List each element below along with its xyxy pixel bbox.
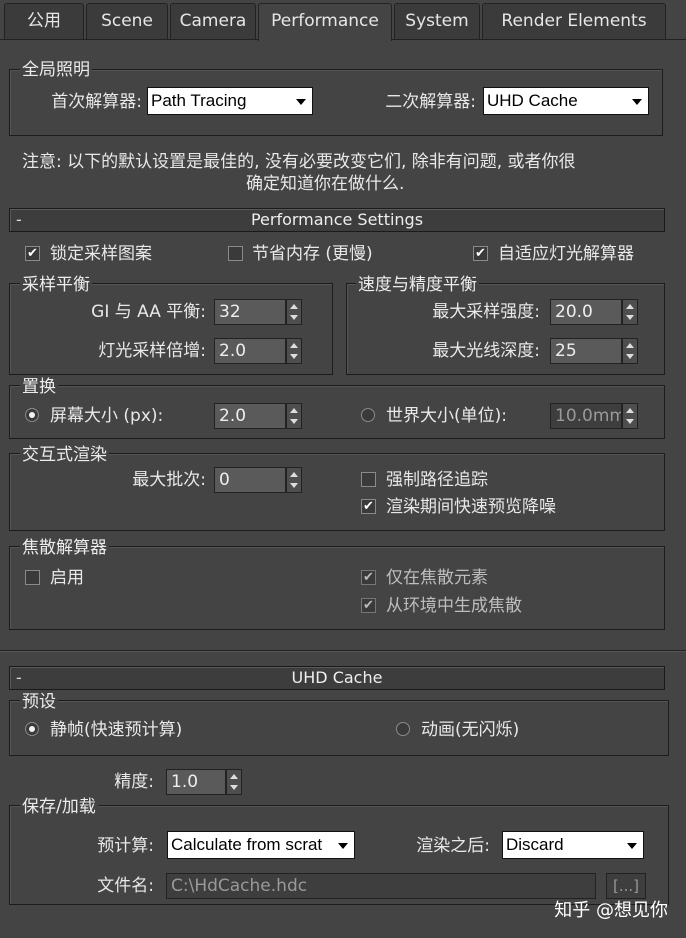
world-size-spinner[interactable]: 10.0mm [550,403,640,429]
still-preset-radio[interactable] [25,722,39,736]
spinner-arrows-icon[interactable] [286,338,302,364]
lock-pattern-label: 锁定采样图案 [50,244,152,264]
secondary-solver-value: UHD Cache [487,91,578,110]
spinner-arrows-icon[interactable] [622,338,638,364]
precalc-label: 预计算: [97,836,154,856]
from-env-checkbox[interactable]: ✔ [361,598,376,613]
uhd-rollout-header[interactable]: - UHD Cache [9,666,665,690]
tab-common[interactable]: 公用 [4,3,84,39]
spinner-arrows-icon[interactable] [622,299,638,325]
screen-size-field[interactable]: 2.0 [214,403,286,429]
force-path-checkbox[interactable] [361,472,376,487]
max-depth-label: 最大光线深度: [432,341,540,361]
chevron-down-icon [627,843,637,849]
world-size-field[interactable]: 10.0mm [550,403,622,429]
after-render-dropdown[interactable]: Discard [502,831,644,859]
precalc-dropdown[interactable]: Calculate from scrat [167,831,355,859]
save-memory-label: 节省内存 (更慢) [252,244,373,264]
max-batch-field[interactable]: 0 [214,467,286,493]
performance-rollout-title: Performance Settings [250,210,424,229]
max-depth-spinner[interactable]: 25 [550,338,640,364]
from-env-label: 从环境中生成焦散 [386,596,522,616]
note-line-1: 注意: 以下的默认设置是最佳的, 没有必要改变它们, 除非有问题, 或者你很 [22,152,576,172]
max-batch-label: 最大批次: [132,470,206,490]
primary-solver-value: Path Tracing [151,91,247,110]
denoise-label: 渲染期间快速预览降噪 [386,497,556,517]
precalc-value: Calculate from scrat [171,835,323,854]
chevron-down-icon [338,843,348,849]
sampling-group-title: 采样平衡 [20,275,92,295]
caustics-group-title: 焦散解算器 [20,538,109,558]
precision-label: 精度: [114,772,154,792]
max-intensity-field[interactable]: 20.0 [550,299,622,325]
performance-rollout-header[interactable]: - Performance Settings [9,208,665,232]
spinner-arrows-icon[interactable] [286,467,302,493]
only-caustic-checkbox[interactable]: ✔ [361,570,376,585]
chevron-down-icon [296,99,306,105]
save-memory-checkbox[interactable] [228,246,243,261]
caustics-enable-label: 启用 [50,568,84,588]
gi-group-title: 全局照明 [20,60,92,80]
after-render-label: 渲染之后: [416,836,490,856]
gi-aa-spinner[interactable]: 32 [214,299,304,325]
speed-group-title: 速度与精度平衡 [356,275,479,295]
interactive-group-title: 交互式渲染 [20,445,109,465]
only-caustic-label: 仅在焦散元素 [386,568,488,588]
caustics-group [9,546,665,630]
chevron-down-icon [632,99,642,105]
precision-field[interactable]: 1.0 [166,769,226,795]
displacement-group-title: 置换 [20,377,58,397]
tab-system[interactable]: System [394,3,480,39]
tab-camera[interactable]: Camera [170,3,256,39]
primary-solver-dropdown[interactable]: Path Tracing [147,87,313,115]
uhd-rollout-title: UHD Cache [291,668,383,687]
precision-spinner[interactable]: 1.0 [166,769,244,795]
after-render-value: Discard [506,835,564,854]
world-size-label: 世界大小(单位): [386,406,507,426]
force-path-label: 强制路径追踪 [386,470,488,490]
max-batch-spinner[interactable]: 0 [214,467,304,493]
preset-group-title: 预设 [20,692,58,712]
light-mult-label: 灯光采样倍增: [98,341,206,361]
world-size-radio[interactable] [361,408,375,422]
light-mult-field[interactable]: 2.0 [214,338,286,364]
tab-render-elements[interactable]: Render Elements [482,3,666,39]
note-line-2: 确定知道你在做什么. [246,174,405,194]
spinner-arrows-icon[interactable] [226,769,242,795]
filename-field[interactable]: C:\HdCache.hdc [166,873,596,899]
screen-size-label: 屏幕大小 (px): [50,406,164,426]
lock-pattern-checkbox[interactable]: ✔ [25,246,40,261]
caustics-enable-checkbox[interactable] [25,570,40,585]
anim-preset-label: 动画(无闪烁) [421,720,520,740]
adaptive-light-label: 自适应灯光解算器 [498,244,634,264]
secondary-solver-dropdown[interactable]: UHD Cache [483,87,649,115]
gi-aa-label: GI 与 AA 平衡: [91,302,206,322]
watermark: 知乎 @想见你 [554,900,668,921]
anim-preset-radio[interactable] [396,722,410,736]
light-mult-spinner[interactable]: 2.0 [214,338,304,364]
primary-solver-label: 首次解算器: [51,92,142,112]
max-intensity-label: 最大采样强度: [432,302,540,322]
save-load-group-title: 保存/加载 [20,797,98,817]
tab-scene[interactable]: Scene [86,3,168,39]
max-intensity-spinner[interactable]: 20.0 [550,299,640,325]
spinner-arrows-icon[interactable] [286,299,302,325]
spinner-arrows-icon[interactable] [286,403,302,429]
spinner-arrows-icon[interactable] [622,403,638,429]
tab-performance[interactable]: Performance [258,3,392,41]
secondary-solver-label: 二次解算器: [385,92,476,112]
gi-aa-field[interactable]: 32 [214,299,286,325]
filename-input[interactable]: C:\HdCache.hdc [166,873,596,899]
denoise-checkbox[interactable]: ✔ [361,499,376,514]
max-depth-field[interactable]: 25 [550,338,622,364]
screen-size-spinner[interactable]: 2.0 [214,403,304,429]
rollout-separator [0,650,686,651]
filename-label: 文件名: [97,876,154,896]
screen-size-radio[interactable] [25,408,39,422]
still-preset-label: 静帧(快速预计算) [50,720,183,740]
adaptive-light-checkbox[interactable]: ✔ [473,246,488,261]
